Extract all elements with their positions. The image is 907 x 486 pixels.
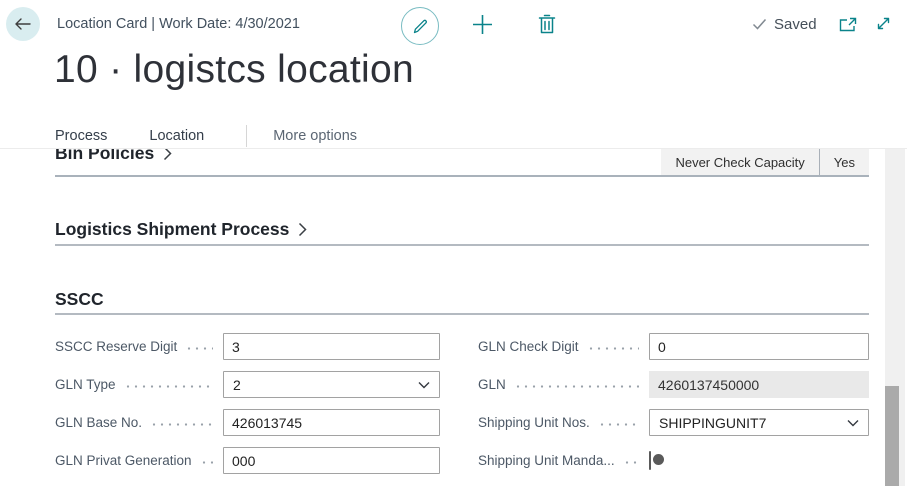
open-in-window-button[interactable] [839,17,857,32]
section-rule [55,244,869,246]
gln-readonly-field: 4260137450000 [649,371,869,398]
shipping-unit-mandatory-toggle[interactable] [649,451,651,470]
section-rule [55,175,869,177]
section-header-bin-policies[interactable]: Bin Policies [55,149,172,164]
field-shipping-unit-mandatory: Shipping Unit Manda... [478,447,869,474]
back-arrow-icon [14,16,32,32]
toggle-knob [653,454,664,465]
field-label: GLN Type [55,377,116,392]
field-gln-check-digit: GLN Check Digit [478,333,869,360]
gln-type-select[interactable]: 2 [223,371,440,398]
menu-item-location[interactable]: Location [149,128,204,144]
section-rule [55,313,869,315]
field-label: GLN Base No. [55,415,142,430]
dotted-leader [598,423,639,426]
chevron-down-icon [847,419,859,427]
summary-field-value: Yes [820,155,869,170]
check-icon [752,18,767,30]
chevron-right-icon [163,149,172,161]
menu-item-process[interactable]: Process [55,128,107,144]
chevron-down-icon [418,381,430,389]
open-in-window-icon [839,17,857,32]
section-header-logistics-shipment[interactable]: Logistics Shipment Process [55,219,307,240]
dotted-leader [185,347,213,350]
section-header-sscc[interactable]: SSCC [55,289,104,310]
vertical-scrollbar[interactable] [885,149,905,486]
new-button[interactable] [471,13,494,36]
save-status: Saved [752,0,817,48]
action-menu: Process Location More options [55,124,357,148]
sscc-title: SSCC [55,289,104,310]
dotted-leader [514,385,639,388]
save-status-label: Saved [774,16,817,33]
maximize-button[interactable] [875,15,892,32]
field-label: SSCC Reserve Digit [55,339,177,354]
breadcrumb: Location Card | Work Date: 4/30/2021 [57,0,300,48]
chevron-right-icon [298,222,307,237]
edit-button[interactable] [401,7,439,45]
field-gln-type: GLN Type 2 [55,371,440,398]
back-button[interactable] [6,7,40,41]
field-sscc-reserve-digit: SSCC Reserve Digit [55,333,440,360]
field-shipping-unit-nos: Shipping Unit Nos. SHIPPINGUNIT7 [478,409,869,436]
menu-divider [246,125,247,147]
field-gln-privat-generation: GLN Privat Generation [55,447,440,474]
gln-type-value: 2 [233,377,241,393]
field-label: GLN [478,377,506,392]
dotted-leader [150,423,213,426]
field-label: GLN Privat Generation [55,453,192,468]
gln-base-no-input[interactable] [223,409,440,436]
section-bin-policies: Bin Policies Never Check Capacity Yes [55,149,869,175]
menu-item-more-options[interactable]: More options [273,128,357,144]
dotted-leader [200,461,213,464]
shipping-unit-nos-select[interactable]: SHIPPINGUNIT7 [649,409,869,436]
dotted-leader [124,385,213,388]
top-app-bar: Location Card | Work Date: 4/30/2021 Sav… [0,0,907,48]
delete-button[interactable] [537,13,557,35]
field-label: GLN Check Digit [478,339,579,354]
gln-check-digit-input[interactable] [649,333,869,360]
logistics-title: Logistics Shipment Process [55,219,289,240]
dotted-leader [587,347,639,350]
pencil-icon [411,17,430,36]
sscc-left-column: SSCC Reserve Digit GLN Type 2 GLN Base N… [55,333,440,485]
sscc-reserve-digit-input[interactable] [223,333,440,360]
trash-icon [537,13,557,35]
field-label: Shipping Unit Nos. [478,415,590,430]
scrollbar-thumb[interactable] [885,386,899,486]
field-gln-base-no: GLN Base No. [55,409,440,436]
sscc-right-column: GLN Check Digit GLN 4260137450000 Shippi… [478,333,869,485]
dotted-leader [623,461,639,464]
page-title: 10 · logistcs location [54,48,414,92]
summary-field-label: Never Check Capacity [661,155,818,170]
field-label: Shipping Unit Manda... [478,453,615,468]
plus-icon [471,13,494,36]
fasttab-summary[interactable]: Never Check Capacity Yes [661,149,869,175]
shipping-unit-nos-value: SHIPPINGUNIT7 [659,415,766,431]
bin-policies-title: Bin Policies [55,149,154,164]
field-gln: GLN 4260137450000 [478,371,869,398]
gln-privat-generation-input[interactable] [223,447,440,474]
expand-diagonal-icon [875,15,892,32]
